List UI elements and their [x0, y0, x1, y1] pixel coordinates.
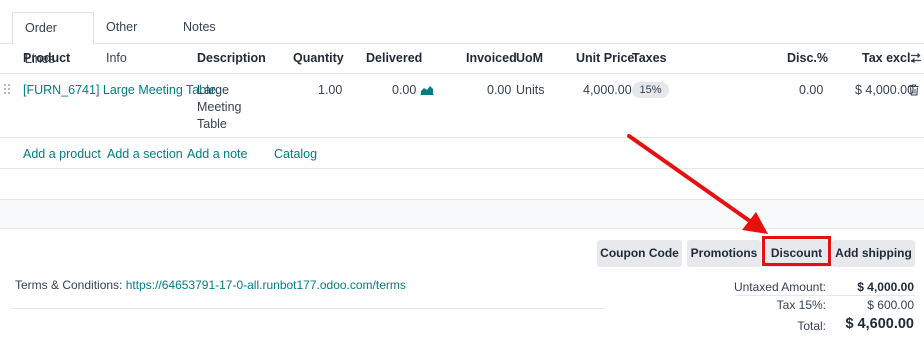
row-discount[interactable]: 0.00	[799, 83, 823, 97]
col-header-tax-excl[interactable]: Tax excl.	[862, 51, 914, 65]
untaxed-amount-label: Untaxed Amount:	[733, 280, 826, 294]
forecast-chart-icon[interactable]	[420, 84, 434, 95]
row-uom[interactable]: Units	[516, 83, 544, 97]
totals-divider	[735, 295, 915, 296]
annotation-arrow-icon	[620, 128, 780, 242]
row-divider	[0, 137, 924, 138]
list-divider	[0, 168, 924, 169]
row-subtotal: $ 4,000.00	[855, 83, 915, 97]
promotions-button[interactable]: Promotions	[687, 240, 761, 267]
row-description-line-1[interactable]: Large	[197, 83, 229, 97]
add-section-link[interactable]: Add a section	[107, 147, 183, 161]
optional-columns-toggle-icon[interactable]	[910, 52, 922, 64]
terms-divider	[12, 308, 605, 309]
terms-url-link[interactable]: https://64653791-17-0-all.runbot177.odoo…	[126, 278, 406, 292]
add-shipping-button[interactable]: Add shipping	[832, 240, 915, 267]
col-header-unit-price[interactable]: Unit Price	[576, 51, 634, 65]
col-header-delivered[interactable]: Delivered	[366, 51, 422, 65]
row-product[interactable]: [FURN_6741] Large Meeting Table.	[23, 83, 219, 97]
tab-order-lines[interactable]: Order Lines	[12, 12, 94, 66]
col-header-taxes[interactable]: Taxes	[632, 51, 667, 65]
row-invoiced[interactable]: 0.00	[487, 83, 511, 97]
col-header-product[interactable]: Product	[23, 51, 70, 65]
col-header-disc[interactable]: Disc.%	[787, 51, 828, 65]
col-header-invoiced[interactable]: Invoiced	[466, 51, 517, 65]
tax-label: Tax 15%:	[776, 298, 826, 312]
tax-value: $ 600.00	[867, 298, 914, 312]
trash-icon[interactable]	[909, 84, 919, 96]
terms-label: Terms & Conditions:	[15, 278, 126, 292]
catalog-link[interactable]: Catalog	[274, 147, 317, 161]
row-unit-price[interactable]: 4,000.00	[583, 83, 632, 97]
total-value: $ 4,600.00	[845, 316, 914, 332]
row-description-line-3[interactable]: Table	[197, 117, 227, 131]
drag-handle-icon[interactable]	[4, 84, 12, 96]
add-product-link[interactable]: Add a product	[23, 147, 101, 161]
tab-other-info[interactable]: Other Info	[94, 12, 171, 65]
header-divider	[0, 73, 924, 74]
row-delivered[interactable]: 0.00	[392, 83, 416, 97]
add-note-link[interactable]: Add a note	[187, 147, 247, 161]
coupon-code-button[interactable]: Coupon Code	[597, 240, 682, 267]
terms-and-conditions: Terms & Conditions: https://64653791-17-…	[15, 278, 406, 292]
notebook-tabs: Order Lines Other Info Notes	[0, 0, 924, 66]
col-header-uom[interactable]: UoM	[516, 51, 543, 65]
total-label: Total:	[797, 319, 826, 333]
row-description-line-2[interactable]: Meeting	[197, 100, 241, 114]
empty-band	[0, 199, 924, 229]
tab-notes[interactable]: Notes	[171, 12, 227, 45]
tax-badge[interactable]: 15%	[632, 82, 669, 98]
row-quantity[interactable]: 1.00	[318, 83, 342, 97]
col-header-quantity[interactable]: Quantity	[293, 51, 344, 65]
col-header-description[interactable]: Description	[197, 51, 266, 65]
untaxed-amount-value: $ 4,000.00	[857, 280, 914, 294]
